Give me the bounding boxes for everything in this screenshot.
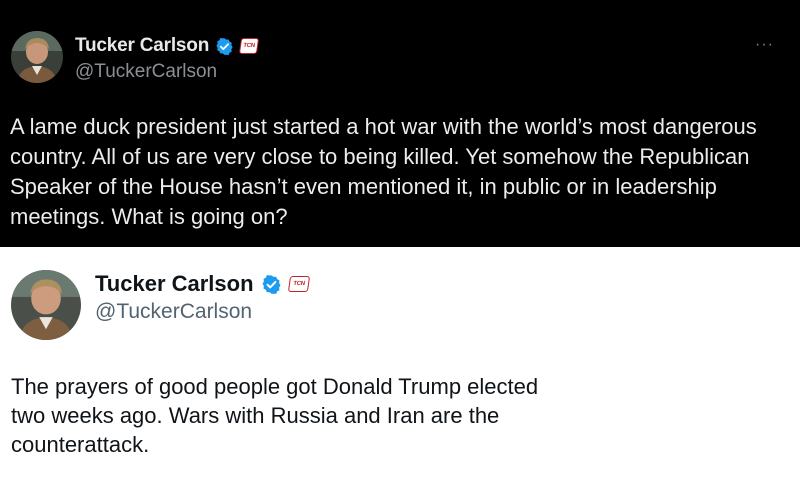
tweet-light: Tucker Carlson TCN @TuckerCarlson The pr… [0, 247, 800, 479]
tweet-text: A lame duck president just started a hot… [10, 114, 757, 229]
display-name[interactable]: Tucker Carlson [95, 271, 254, 297]
name-row: Tucker Carlson TCN [95, 271, 310, 297]
tweet-text: The prayers of good people got Donald Tr… [11, 374, 539, 457]
verified-badge-icon [215, 37, 234, 56]
avatar[interactable] [11, 270, 81, 340]
name-row: Tucker Carlson TCN [75, 35, 260, 57]
avatar-image [11, 270, 81, 340]
user-handle[interactable]: @TuckerCarlson [95, 300, 252, 324]
avatar-image [11, 31, 63, 83]
avatar[interactable] [11, 31, 63, 83]
user-handle[interactable]: @TuckerCarlson [75, 61, 217, 83]
tcn-affiliate-badge-icon[interactable]: TCN [287, 276, 310, 292]
tcn-affiliate-badge-icon[interactable]: TCN [239, 38, 260, 54]
verified-badge-icon [261, 274, 282, 295]
display-name[interactable]: Tucker Carlson [75, 35, 209, 57]
more-dots-icon[interactable]: ··· [755, 36, 774, 54]
